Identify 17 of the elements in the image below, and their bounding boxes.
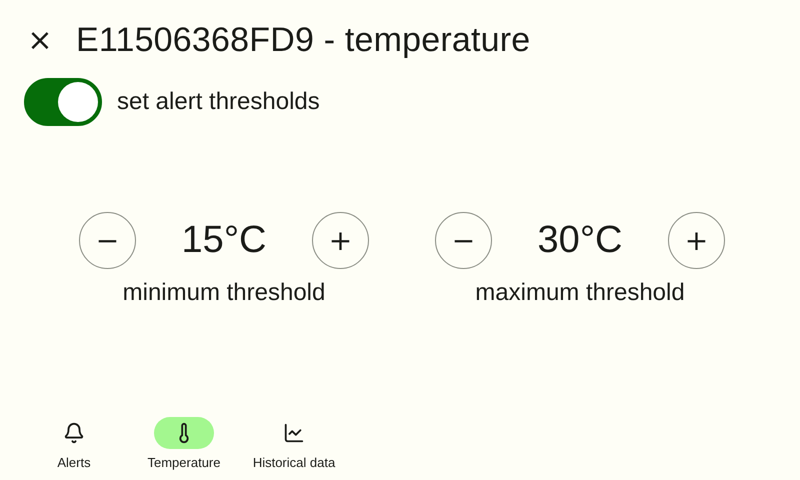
bell-icon [63,422,85,444]
increase-button[interactable]: + [668,212,725,269]
threshold-value: 30°C [538,219,622,262]
decrease-button[interactable]: − [435,212,492,269]
toggle-label: set alert thresholds [117,88,320,116]
close-button[interactable]: × [24,20,56,60]
line-chart-icon [283,422,305,444]
threshold-label: minimum threshold [122,279,326,307]
nav-tab[interactable]: Temperature [134,417,234,470]
alert-toggle[interactable] [24,78,102,126]
threshold-value: 15°C [182,219,266,262]
page-title: E11506368FD9 - temperature [76,20,530,60]
threshold-label: maximum threshold [475,279,685,307]
nav-tab[interactable]: Alerts [24,417,124,470]
increase-button[interactable]: + [312,212,369,269]
nav-tab[interactable]: Historical data [244,417,344,470]
decrease-button[interactable]: − [79,212,136,269]
